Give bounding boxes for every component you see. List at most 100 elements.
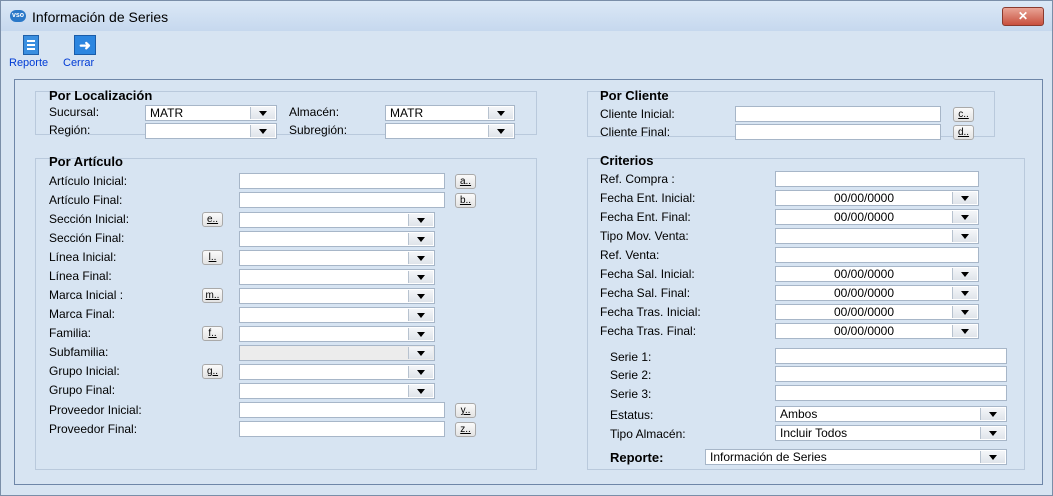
fecha-sal-inicial-picker[interactable]: 00/00/0000 (775, 266, 979, 282)
cliente-final-search-button[interactable]: d.. (953, 125, 974, 140)
proveedor-inicial-search-button[interactable]: y.. (455, 403, 476, 418)
dropdown-arrow-icon[interactable] (952, 230, 977, 242)
dropdown-arrow-icon[interactable] (408, 385, 433, 397)
cliente-inicial-input[interactable] (735, 106, 941, 122)
dropdown-arrow-icon[interactable] (488, 125, 513, 137)
serie2-input[interactable] (775, 366, 1007, 382)
grupo-final-label: Grupo Final: (49, 383, 116, 397)
window-title: Información de Series (32, 9, 169, 25)
familia-select[interactable] (239, 326, 435, 342)
close-window-button[interactable]: ✕ (1002, 7, 1044, 26)
almacen-select[interactable]: MATR (385, 105, 515, 121)
serie3-label: Serie 3: (610, 387, 652, 401)
tipo-almacen-label: Tipo Almacén: (610, 427, 686, 441)
dropdown-arrow-icon[interactable] (980, 451, 1005, 463)
dropdown-arrow-icon[interactable] (488, 107, 513, 119)
grupo-inicial-select[interactable] (239, 364, 435, 380)
close-button[interactable]: ➜ Cerrar (63, 35, 107, 69)
fecha-sal-final-picker[interactable]: 00/00/0000 (775, 285, 979, 301)
cliente-final-input[interactable] (735, 124, 941, 140)
dropdown-arrow-icon[interactable] (980, 427, 1005, 439)
cliente-title: Por Cliente (600, 88, 669, 103)
marca-inicial-select[interactable] (239, 288, 435, 304)
dropdown-arrow-icon[interactable] (408, 328, 433, 340)
articulo-final-search-button[interactable]: b.. (455, 193, 476, 208)
reporte-select[interactable]: Información de Series (705, 449, 1007, 465)
fecha-tras-inicial-label: Fecha Tras. Inicial: (600, 305, 701, 319)
ref-venta-input[interactable] (775, 247, 979, 263)
proveedor-final-input[interactable] (239, 421, 445, 437)
dropdown-arrow-icon[interactable] (408, 347, 433, 359)
dropdown-arrow-icon[interactable] (952, 287, 977, 299)
close-button-label: Cerrar (63, 57, 95, 69)
grupo-final-select[interactable] (239, 383, 435, 399)
dropdown-arrow-icon[interactable] (408, 271, 433, 283)
app-logo-icon: vso (10, 10, 26, 22)
fecha-tras-inicial-picker[interactable]: 00/00/0000 (775, 304, 979, 320)
subregion-select[interactable] (385, 123, 515, 139)
seccion-inicial-select[interactable] (239, 212, 435, 228)
articulo-title: Por Artículo (49, 154, 123, 169)
seccion-search-button[interactable]: e.. (202, 212, 223, 227)
estatus-select[interactable]: Ambos (775, 406, 1007, 422)
dropdown-arrow-icon[interactable] (980, 408, 1005, 420)
dropdown-arrow-icon[interactable] (408, 309, 433, 321)
linea-final-label: Línea Final: (49, 269, 112, 283)
sucursal-select[interactable]: MATR (145, 105, 277, 121)
fecha-ent-final-picker[interactable]: 00/00/0000 (775, 209, 979, 225)
tipo-almacen-select[interactable]: Incluir Todos (775, 425, 1007, 441)
articulo-final-label: Artículo Final: (49, 193, 123, 207)
grupo-inicial-label: Grupo Inicial: (49, 364, 120, 378)
dropdown-arrow-icon[interactable] (408, 290, 433, 302)
fecha-ent-inicial-picker[interactable]: 00/00/0000 (775, 190, 979, 206)
seccion-inicial-label: Sección Inicial: (49, 212, 130, 226)
articulo-inicial-label: Artículo Inicial: (49, 174, 128, 188)
articulo-inicial-search-button[interactable]: a.. (455, 174, 476, 189)
proveedor-final-search-button[interactable]: z.. (455, 422, 476, 437)
dropdown-arrow-icon[interactable] (408, 233, 433, 245)
tipo-mov-venta-label: Tipo Mov. Venta: (600, 229, 689, 243)
dropdown-arrow-icon[interactable] (408, 214, 433, 226)
report-button[interactable]: Reporte (9, 35, 53, 69)
region-select[interactable] (145, 123, 277, 139)
articulo-inicial-input[interactable] (239, 173, 445, 189)
linea-search-button[interactable]: l.. (202, 250, 223, 265)
fecha-ent-final-label: Fecha Ent. Final: (600, 210, 691, 224)
estatus-label: Estatus: (610, 408, 654, 422)
proveedor-inicial-label: Proveedor Inicial: (49, 403, 142, 417)
serie1-input[interactable] (775, 348, 1007, 364)
fecha-tras-final-picker[interactable]: 00/00/0000 (775, 323, 979, 339)
proveedor-inicial-input[interactable] (239, 402, 445, 418)
cliente-inicial-label: Cliente Inicial: (600, 107, 675, 121)
dropdown-arrow-icon[interactable] (952, 306, 977, 318)
seccion-final-select[interactable] (239, 231, 435, 247)
cliente-inicial-search-button[interactable]: c.. (953, 107, 974, 122)
serie2-label: Serie 2: (610, 368, 652, 382)
dropdown-arrow-icon[interactable] (408, 252, 433, 264)
articulo-final-input[interactable] (239, 192, 445, 208)
dropdown-arrow-icon[interactable] (952, 268, 977, 280)
serie3-input[interactable] (775, 385, 1007, 401)
reporte-label: Reporte: (610, 450, 664, 465)
cliente-final-label: Cliente Final: (600, 125, 671, 139)
ref-compra-input[interactable] (775, 171, 979, 187)
dropdown-arrow-icon[interactable] (952, 192, 977, 204)
dropdown-arrow-icon[interactable] (250, 107, 275, 119)
ref-compra-label: Ref. Compra : (600, 172, 675, 186)
serie1-label: Serie 1: (610, 350, 652, 364)
marca-search-button[interactable]: m.. (202, 288, 223, 303)
sucursal-label: Sucursal: (49, 105, 100, 119)
subfamilia-select[interactable] (239, 345, 435, 361)
dropdown-arrow-icon[interactable] (952, 325, 977, 337)
grupo-search-button[interactable]: g.. (202, 364, 223, 379)
familia-search-button[interactable]: f.. (202, 326, 223, 341)
dropdown-arrow-icon[interactable] (250, 125, 275, 137)
tipo-mov-venta-select[interactable] (775, 228, 979, 244)
linea-inicial-select[interactable] (239, 250, 435, 266)
exit-arrow-icon: ➜ (74, 35, 96, 55)
dropdown-arrow-icon[interactable] (952, 211, 977, 223)
marca-final-select[interactable] (239, 307, 435, 323)
dropdown-arrow-icon[interactable] (408, 366, 433, 378)
fecha-ent-inicial-label: Fecha Ent. Inicial: (600, 191, 696, 205)
linea-final-select[interactable] (239, 269, 435, 285)
